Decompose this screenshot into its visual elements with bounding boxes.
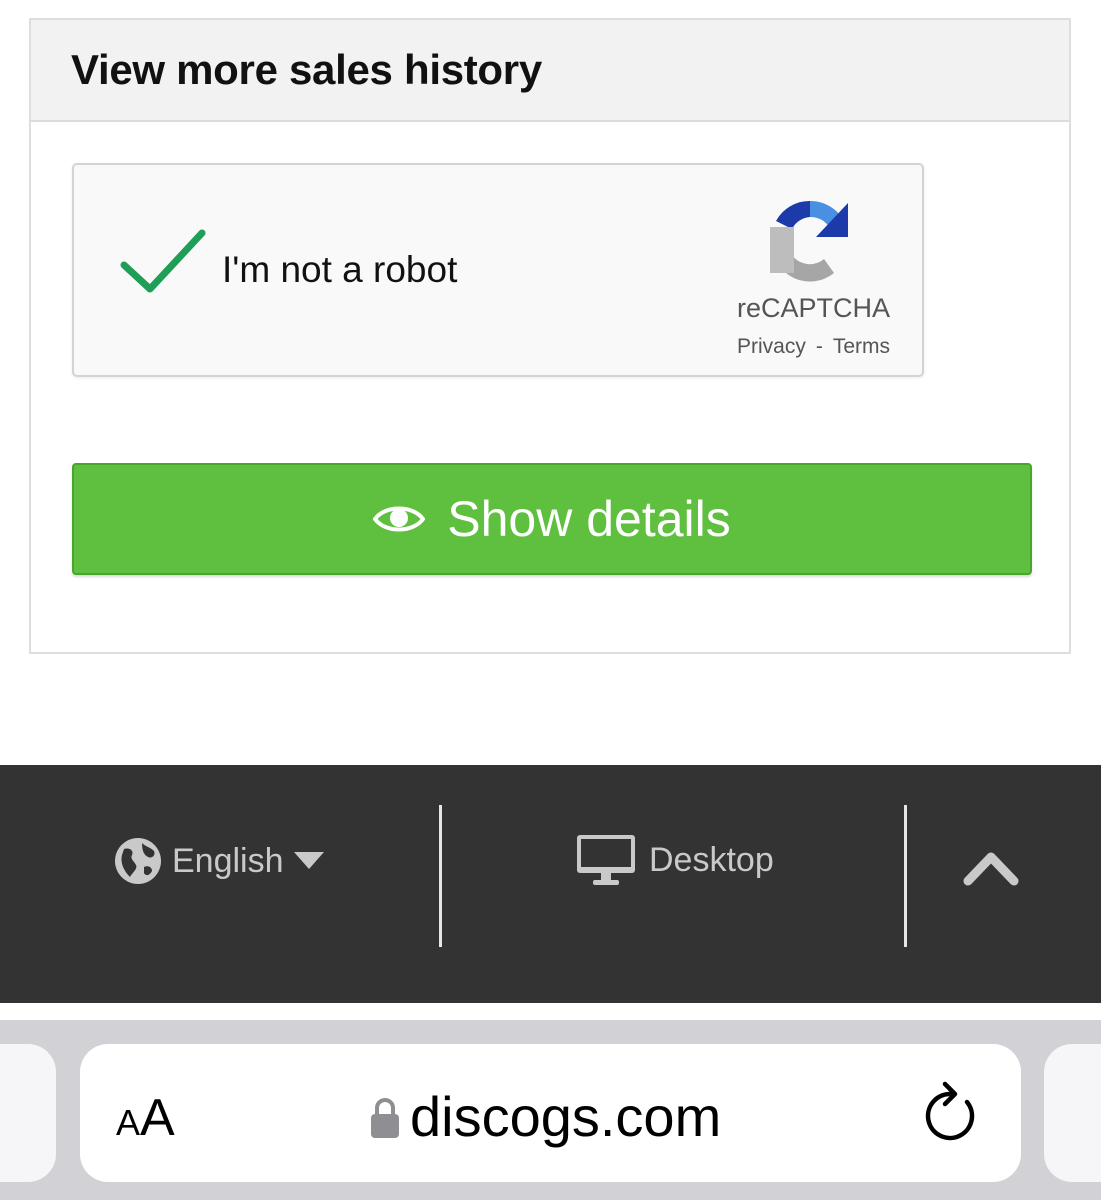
sales-history-card: View more sales history I'm not a robot …	[29, 18, 1071, 654]
text-size-big: A	[140, 1089, 175, 1147]
card-header: View more sales history	[31, 20, 1069, 122]
lock-icon	[371, 1097, 399, 1138]
site-footer: English Desktop	[0, 765, 1101, 1003]
browser-bottom-bar: A A discogs.com	[0, 1020, 1101, 1200]
caret-down-icon	[293, 852, 324, 869]
text-size-small: A	[116, 1102, 141, 1143]
checkmark-icon[interactable]	[120, 227, 206, 297]
footer-divider	[904, 805, 907, 947]
monitor-icon	[577, 835, 635, 885]
desktop-view-link[interactable]: Desktop	[575, 833, 774, 887]
show-details-button[interactable]: Show details	[72, 463, 1032, 575]
address-bar[interactable]: A A discogs.com	[80, 1044, 1021, 1182]
chevron-up-icon[interactable]	[962, 847, 1020, 887]
desktop-label: Desktop	[649, 840, 774, 879]
domain-text: discogs.com	[410, 1085, 722, 1148]
recaptcha-widget: I'm not a robot reCAPTCHA Privacy - Term…	[72, 163, 924, 377]
previous-tab-preview[interactable]	[0, 1044, 56, 1182]
show-details-label: Show details	[447, 491, 731, 547]
reload-icon[interactable]	[921, 1080, 981, 1144]
url-display[interactable]: discogs.com	[370, 1084, 721, 1149]
terms-link[interactable]: Terms	[833, 335, 890, 359]
recaptcha-logo-icon	[770, 200, 848, 282]
footer-divider	[439, 805, 442, 947]
globe-icon	[115, 838, 161, 884]
links-separator: -	[815, 335, 823, 358]
page: View more sales history I'm not a robot …	[0, 0, 1101, 1200]
card-title: View more sales history	[71, 46, 542, 93]
next-tab-preview[interactable]	[1044, 1044, 1101, 1182]
text-size-button[interactable]: A A	[116, 1088, 175, 1148]
recaptcha-brand: reCAPTCHA	[736, 293, 890, 323]
recaptcha-label[interactable]: I'm not a robot	[222, 249, 457, 291]
language-selector[interactable]: English	[114, 837, 324, 885]
language-label: English	[172, 841, 284, 880]
eye-icon	[373, 506, 426, 532]
recaptcha-links: Privacy - Terms	[737, 335, 890, 359]
privacy-link[interactable]: Privacy	[737, 335, 806, 359]
